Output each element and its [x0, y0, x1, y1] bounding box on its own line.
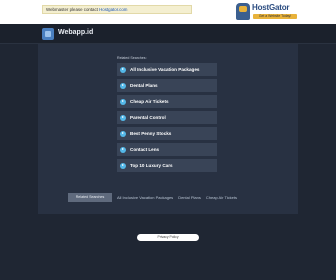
related-link-label: Dental Plans [130, 83, 158, 88]
top-bar: Webmaster please contact Hostgator.com H… [0, 0, 336, 24]
related-link-item[interactable]: Top 10 Luxury Cars [117, 159, 217, 172]
arrow-circle-icon [120, 66, 126, 73]
related-link-item[interactable]: All Inclusive Vacation Packages [117, 63, 217, 76]
related-link-item[interactable]: Dental Plans [117, 79, 217, 92]
bottom-link[interactable]: Dental Plans [178, 195, 201, 200]
privacy-policy-link[interactable]: Privacy Policy [137, 234, 199, 241]
related-link-label: Top 10 Luxury Cars [130, 163, 173, 168]
related-link-item[interactable]: Cheap Air Tickets [117, 95, 217, 108]
related-searches-label: Related Searches: [117, 56, 147, 60]
bottom-links-bar: Related Searches All Inclusive Vacation … [68, 192, 278, 202]
arrow-circle-icon [120, 98, 126, 105]
arrow-circle-icon [120, 114, 126, 121]
related-link-item[interactable]: Best Penny Stocks [117, 127, 217, 140]
hostgator-logo[interactable]: HostGator Get a Website Today! [236, 2, 298, 21]
site-logo-icon [42, 28, 54, 40]
arrow-circle-icon [120, 82, 126, 89]
gator-icon [236, 3, 250, 20]
hostgator-tagline: Get a Website Today! [253, 14, 297, 19]
notice-link[interactable]: Hostgator.com [99, 7, 127, 12]
webmaster-notice: Webmaster please contact Hostgator.com [42, 5, 192, 14]
related-link-item[interactable]: Contact Lens [117, 143, 217, 156]
related-links-list: All Inclusive Vacation Packages Dental P… [117, 63, 217, 175]
related-link-item[interactable]: Parental Control [117, 111, 217, 124]
related-link-label: Parental Control [130, 115, 166, 120]
bottom-link[interactable]: All Inclusive Vacation Packages [117, 195, 173, 200]
hostgator-name: HostGator [252, 3, 290, 12]
related-link-label: Best Penny Stocks [130, 131, 172, 136]
notice-text: Webmaster please contact [46, 7, 100, 12]
site-header: Webapp.id [0, 24, 336, 44]
arrow-circle-icon [120, 130, 126, 137]
site-title[interactable]: Webapp.id [58, 29, 93, 36]
arrow-circle-icon [120, 162, 126, 169]
arrow-circle-icon [120, 146, 126, 153]
related-link-label: Cheap Air Tickets [130, 99, 169, 104]
related-searches-button[interactable]: Related Searches [68, 192, 112, 202]
related-link-label: Contact Lens [130, 147, 160, 152]
bottom-link[interactable]: Cheap Air Tickets [206, 195, 237, 200]
related-link-label: All Inclusive Vacation Packages [130, 67, 200, 72]
